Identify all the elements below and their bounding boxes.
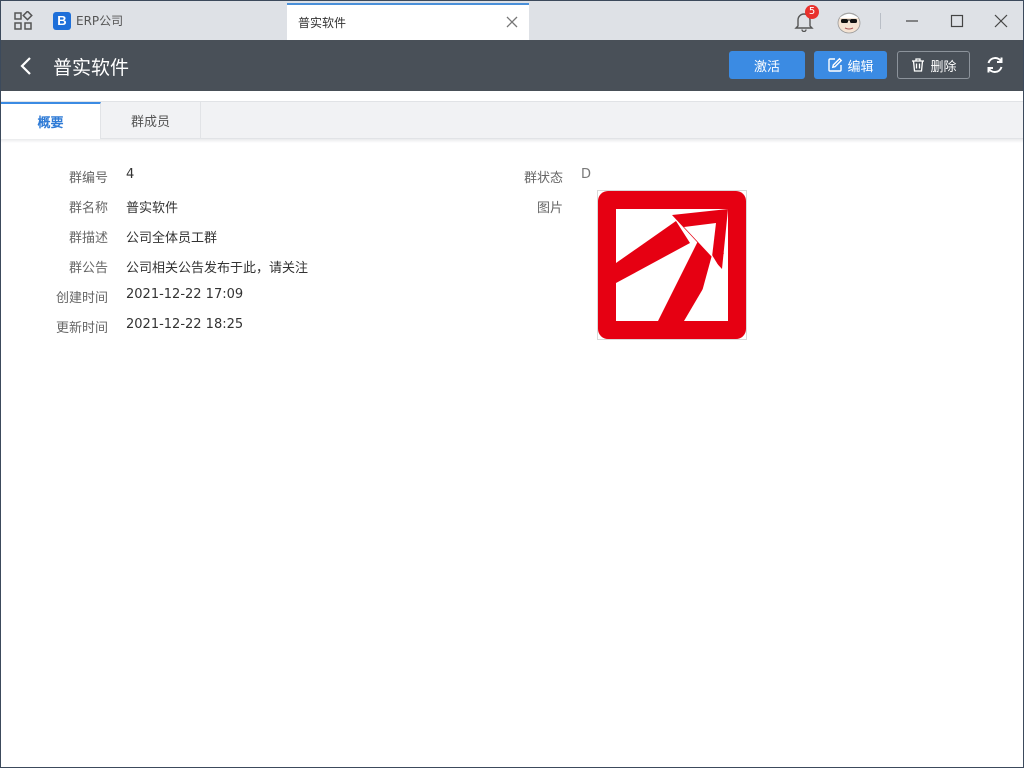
activate-button[interactable]: 激活 bbox=[729, 51, 805, 79]
updated-time-value: 2021-12-22 18:25 bbox=[126, 317, 244, 332]
edit-button[interactable]: 编辑 bbox=[814, 51, 887, 79]
group-name-label: 群名称 bbox=[68, 201, 108, 216]
titlebar-divider bbox=[880, 13, 881, 29]
group-name-value: 普实软件 bbox=[126, 201, 179, 216]
company-logo-icon bbox=[598, 191, 746, 339]
erp-logo-icon: B bbox=[53, 11, 71, 30]
group-announcement-value: 公司相关公告发布于此，请关注 bbox=[126, 261, 309, 276]
tab-group-members[interactable]: 群成员 bbox=[101, 102, 201, 139]
minimize-icon[interactable] bbox=[904, 13, 920, 29]
detail-tabs: 概要 群成员 bbox=[1, 101, 1023, 139]
tab-erp-company[interactable]: B ERP公司 bbox=[53, 1, 283, 40]
group-image-label: 图片 bbox=[536, 201, 563, 216]
group-description-label: 群描述 bbox=[68, 231, 108, 246]
title-bar: B ERP公司 普实软件 5 bbox=[1, 1, 1023, 40]
page-header: 普实软件 激活 编辑 删除 bbox=[1, 40, 1023, 91]
notification-badge: 5 bbox=[805, 5, 819, 19]
group-image[interactable] bbox=[597, 190, 747, 340]
tab-active-document[interactable]: 普实软件 bbox=[287, 3, 529, 40]
active-tab-label: 普实软件 bbox=[298, 16, 347, 30]
group-id-label: 群编号 bbox=[68, 171, 108, 186]
group-status-value: D bbox=[581, 167, 592, 182]
apps-grid-icon[interactable] bbox=[13, 10, 33, 31]
created-time-label: 创建时间 bbox=[55, 291, 108, 306]
edit-icon bbox=[828, 57, 843, 72]
delete-button[interactable]: 删除 bbox=[897, 51, 970, 79]
delete-button-label: 删除 bbox=[930, 59, 957, 75]
avatar[interactable] bbox=[835, 9, 863, 35]
tab-overview[interactable]: 概要 bbox=[1, 102, 101, 139]
tabs-shadow bbox=[1, 139, 1023, 143]
chevron-left-icon[interactable] bbox=[17, 54, 37, 78]
page-title: 普实软件 bbox=[53, 57, 130, 79]
group-id-value: 4 bbox=[126, 167, 135, 182]
group-announcement-label: 群公告 bbox=[68, 261, 108, 276]
edit-button-label: 编辑 bbox=[847, 59, 874, 75]
updated-time-label: 更新时间 bbox=[55, 321, 108, 336]
app-window: B ERP公司 普实软件 5 普实软件 激活 编辑 删除 概要 群成员 群编号 … bbox=[0, 0, 1024, 768]
window-close-icon[interactable] bbox=[993, 13, 1009, 29]
activate-button-label: 激活 bbox=[753, 59, 780, 75]
maximize-icon[interactable] bbox=[949, 13, 965, 29]
group-description-value: 公司全体员工群 bbox=[126, 231, 218, 246]
refresh-icon[interactable] bbox=[984, 54, 1006, 76]
created-time-value: 2021-12-22 17:09 bbox=[126, 287, 244, 302]
group-status-label: 群状态 bbox=[523, 171, 563, 186]
trash-icon bbox=[912, 58, 925, 72]
erp-tab-label: ERP公司 bbox=[76, 14, 124, 28]
close-icon[interactable] bbox=[505, 15, 519, 29]
